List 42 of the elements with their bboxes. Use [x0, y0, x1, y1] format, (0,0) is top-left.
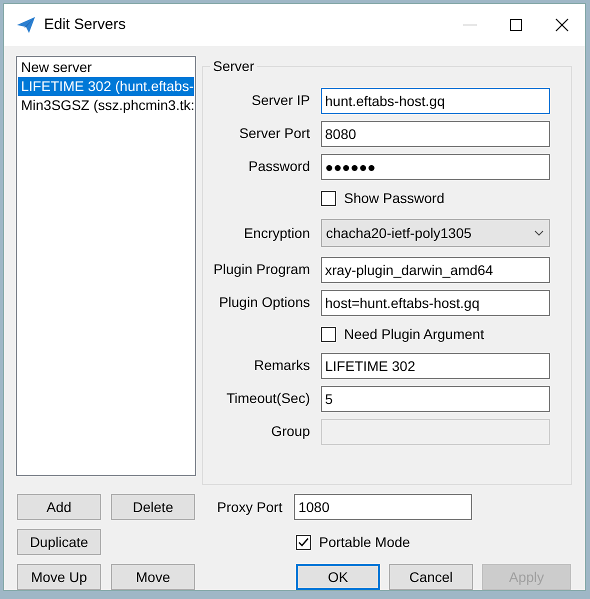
input-field[interactable]: host=hunt.eftabs-host.gq [321, 290, 550, 316]
checkbox-label: Portable Mode [319, 532, 410, 552]
checkbox[interactable] [321, 190, 336, 206]
encryption-dropdown[interactable]: chacha20-ietf-poly1305 [321, 219, 550, 247]
input-field[interactable]: 1080 [294, 494, 472, 520]
field-label: Server Port [238, 124, 311, 143]
checkbox[interactable] [296, 534, 311, 550]
input-field[interactable]: 5 [321, 386, 550, 412]
field-label: Remarks [252, 356, 311, 375]
input-field[interactable]: LIFETIME 302 [321, 352, 550, 378]
list-action-button[interactable]: Duplicate [17, 529, 101, 555]
dropdown-value: chacha20-ietf-poly1305 [326, 224, 472, 243]
server-list-item[interactable]: LIFETIME 302 (hunt.eftabs- [18, 77, 194, 96]
field-label: Encryption [242, 224, 311, 243]
chevron-down-icon [534, 230, 544, 236]
dialog-button[interactable]: Cancel [389, 564, 473, 590]
field-label: Server IP [250, 91, 311, 110]
field-label: Plugin Options [218, 293, 311, 312]
list-action-button[interactable]: Add [17, 494, 101, 520]
input-field[interactable]: hunt.eftabs-host.gq [321, 88, 550, 114]
password-field[interactable]: ●●●●●● [321, 154, 550, 180]
checkbox-label: Show Password [344, 188, 444, 208]
input-field[interactable]: xray-plugin_darwin_amd64 [321, 256, 550, 282]
maximize-icon[interactable] [509, 18, 523, 32]
paper-plane-icon [16, 16, 36, 34]
field-label: Plugin Program [212, 260, 311, 279]
server-list[interactable]: New server LIFETIME 302 (hunt.eftabs- Min3SGSZ (ssz.phcmin3.tk: [16, 56, 196, 476]
close-icon[interactable] [555, 18, 569, 32]
field-label: Timeout(Sec) [225, 389, 311, 408]
list-action-button[interactable]: Move [111, 564, 195, 590]
dialog-button[interactable]: OK [296, 564, 380, 590]
field-label: Password [248, 157, 311, 176]
server-list-item[interactable]: Min3SGSZ (ssz.phcmin3.tk: [18, 96, 194, 115]
list-action-button[interactable]: Delete [111, 494, 195, 520]
checkbox-label: Need Plugin Argument [344, 324, 484, 344]
input-field[interactable]: 8080 [321, 120, 550, 146]
field-label: Proxy Port [217, 498, 282, 517]
list-action-button[interactable]: Move Up [17, 564, 101, 590]
field-label: Group [270, 422, 311, 441]
window-title: Edit Servers [44, 14, 126, 35]
checkbox[interactable] [321, 326, 336, 342]
server-list-item[interactable]: New server [18, 58, 194, 77]
